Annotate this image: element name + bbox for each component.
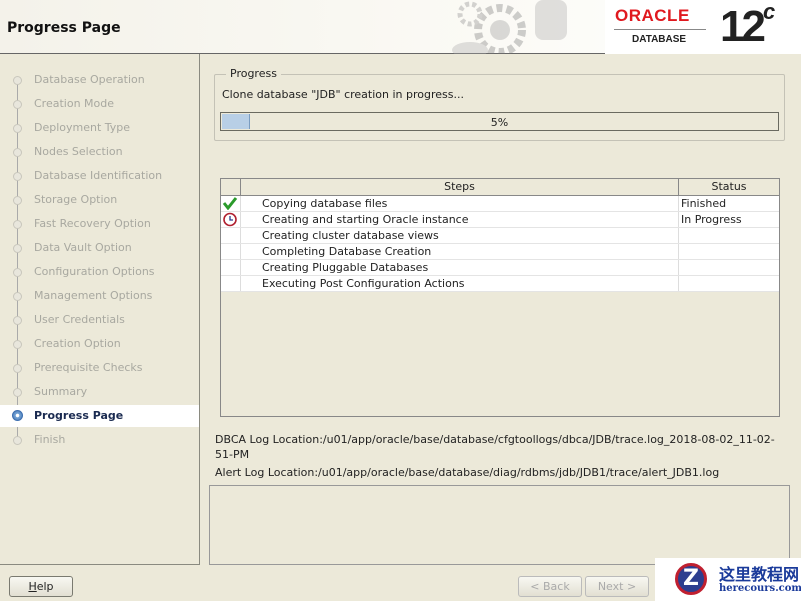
sidebar-step-label: Fast Recovery Option — [34, 217, 151, 230]
step-indicator-icon — [13, 340, 22, 349]
step-cell: Copying database files — [241, 196, 679, 211]
sidebar-step: Deployment Type — [0, 117, 199, 139]
wizard-steps-sidebar: Database Operation Creation Mode Deploymen… — [0, 54, 200, 565]
back-button[interactable]: < Back — [518, 576, 582, 597]
status-cell — [679, 260, 779, 275]
progress-message: Clone database "JDB" creation in progres… — [222, 88, 464, 101]
status-cell — [679, 228, 779, 243]
sidebar-step-label: Management Options — [34, 289, 153, 302]
step-indicator-icon — [13, 196, 22, 205]
step-indicator-icon — [13, 124, 22, 133]
sidebar-step-label: Summary — [34, 385, 88, 398]
sidebar-step-label: Database Operation — [34, 73, 145, 86]
table-row[interactable]: Copying database files Finished — [221, 196, 779, 212]
dbca-log-location: DBCA Log Location:/u01/app/oracle/base/d… — [215, 433, 775, 461]
table-row[interactable]: Creating and starting Oracle instance In … — [221, 212, 779, 228]
row-icon-cell — [221, 260, 241, 275]
table-header: Steps Status — [221, 179, 779, 196]
row-icon-cell — [221, 228, 241, 243]
gears-icon — [452, 0, 567, 54]
column-header-steps[interactable]: Steps — [241, 179, 679, 195]
version-label: 12c — [720, 0, 776, 51]
step-indicator-icon — [13, 316, 22, 325]
step-indicator-icon — [13, 388, 22, 397]
page-title: Progress Page — [7, 20, 121, 36]
check-icon — [222, 197, 238, 210]
table-row[interactable]: Executing Post Configuration Actions — [221, 276, 779, 292]
help-button[interactable]: Help — [9, 576, 73, 597]
sidebar-step-label: User Credentials — [34, 313, 125, 326]
sidebar-step-label: Configuration Options — [34, 265, 155, 278]
row-icon-cell — [221, 276, 241, 291]
sidebar-step: Progress Page — [0, 405, 199, 427]
row-icon-cell — [221, 196, 241, 211]
next-button[interactable]: Next > — [585, 576, 649, 597]
steps-table: Steps Status Copying database files Finis… — [220, 178, 780, 417]
header: Progress Page ORACLE DATABASE 12c — [0, 0, 801, 54]
oracle-logo: ORACLE DATABASE 12c — [605, 0, 801, 54]
details-output-area[interactable] — [209, 485, 790, 565]
sidebar-step: User Credentials — [0, 309, 199, 331]
step-cell: Completing Database Creation — [241, 244, 679, 259]
step-cell: Creating and starting Oracle instance — [241, 212, 679, 227]
step-indicator-icon — [12, 410, 23, 421]
column-header-status[interactable]: Status — [679, 179, 779, 195]
sidebar-step-label: Deployment Type — [34, 121, 131, 134]
sidebar-step-label: Data Vault Option — [34, 241, 132, 254]
step-cell: Creating Pluggable Databases — [241, 260, 679, 275]
progress-group-label: Progress — [226, 67, 281, 80]
step-indicator-icon — [13, 268, 22, 277]
step-indicator-icon — [13, 76, 22, 85]
sidebar-step: Management Options — [0, 285, 199, 307]
step-indicator-icon — [13, 172, 22, 181]
step-indicator-icon — [13, 436, 22, 445]
watermark-logo: Z 这里教程网 herecours.com — [655, 558, 801, 601]
sidebar-step: Summary — [0, 381, 199, 403]
sidebar-step: Data Vault Option — [0, 237, 199, 259]
step-indicator-icon — [13, 292, 22, 301]
clock-icon — [223, 212, 237, 227]
sidebar-step: Nodes Selection — [0, 141, 199, 163]
progress-bar: 5% — [220, 112, 779, 131]
row-icon-cell — [221, 212, 241, 227]
sidebar-step-label: Finish — [34, 433, 66, 446]
status-cell — [679, 244, 779, 259]
sidebar-step: Creation Option — [0, 333, 199, 355]
status-cell: Finished — [681, 197, 727, 210]
status-cell — [679, 276, 779, 291]
status-cell: In Progress — [681, 213, 742, 226]
sidebar-step-label: Creation Mode — [34, 97, 115, 110]
step-indicator-icon — [13, 244, 22, 253]
progress-percent: 5% — [490, 116, 509, 129]
table-row[interactable]: Creating Pluggable Databases — [221, 260, 779, 276]
sidebar-step: Fast Recovery Option — [0, 213, 199, 235]
table-row[interactable]: Completing Database Creation — [221, 244, 779, 260]
sidebar-step: Finish — [0, 429, 199, 451]
sidebar-step-label: Progress Page — [34, 409, 124, 422]
sidebar-step: Database Operation — [0, 69, 199, 91]
step-cell: Executing Post Configuration Actions — [241, 276, 679, 291]
sidebar-step: Storage Option — [0, 189, 199, 211]
sidebar-step-label: Database Identification — [34, 169, 163, 182]
sidebar-step: Prerequisite Checks — [0, 357, 199, 379]
sidebar-step-label: Storage Option — [34, 193, 118, 206]
step-indicator-icon — [13, 220, 22, 229]
sidebar-step: Creation Mode — [0, 93, 199, 115]
sidebar-step-label: Nodes Selection — [34, 145, 123, 158]
step-indicator-icon — [13, 364, 22, 373]
step-indicator-icon — [13, 100, 22, 109]
step-indicator-icon — [13, 148, 22, 157]
alert-log-location: Alert Log Location:/u01/app/oracle/base/… — [215, 466, 720, 479]
step-cell: Creating cluster database views — [241, 228, 679, 243]
sidebar-step-label: Prerequisite Checks — [34, 361, 143, 374]
sidebar-step: Configuration Options — [0, 261, 199, 283]
table-row[interactable]: Creating cluster database views — [221, 228, 779, 244]
sidebar-step-label: Creation Option — [34, 337, 121, 350]
sidebar-step: Database Identification — [0, 165, 199, 187]
row-icon-cell — [221, 244, 241, 259]
